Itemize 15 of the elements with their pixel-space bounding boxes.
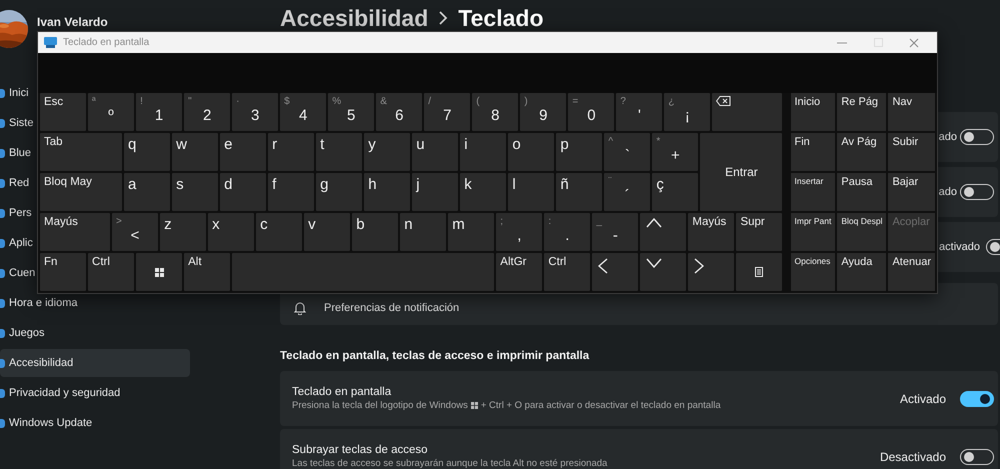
user-name: Ivan Velardo (37, 15, 108, 29)
breadcrumb-item: Teclado (458, 4, 544, 32)
setting-title: Subrayar teclas de acceso (292, 444, 429, 456)
toggle-status: Desactivado (880, 450, 946, 464)
toggle-status: ado (938, 131, 957, 143)
setting-description: + Ctrl + O para activar o desactivar el teclado en pantalla (480, 400, 721, 411)
window-title: Teclado en pantalla (63, 37, 150, 48)
toggle-status: Activado (900, 392, 946, 406)
section-heading: Teclado en pantalla, teclas de acceso e imprimir pantalla (280, 350, 590, 362)
toggle-status: ado (938, 186, 957, 198)
setting-title: Teclado en pantalla (292, 386, 392, 398)
setting-description: Las teclas de acceso se subrayarán aunque la tecla Alt no esté presionada (292, 458, 608, 469)
setting-description: Presiona la tecla del logotipo de Windows (292, 400, 468, 411)
toggle-status: activado (939, 241, 980, 253)
setting-label: Preferencias de notificación (324, 302, 460, 314)
